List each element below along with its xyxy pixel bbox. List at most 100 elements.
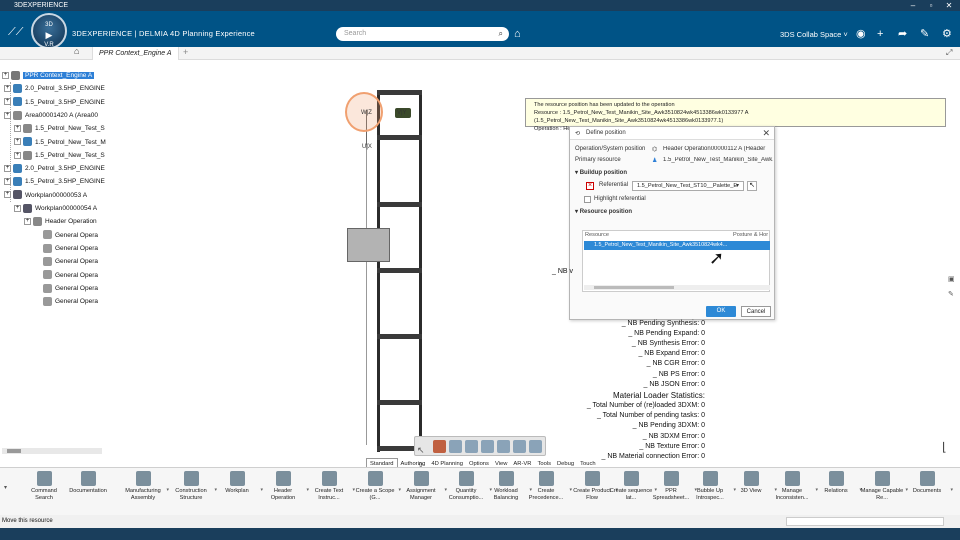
tree-item[interactable]: General Opera: [34, 282, 98, 295]
tree-item[interactable]: +1.5_Petrol_3.5HP_ENGINE: [4, 96, 105, 109]
ok-button[interactable]: OK: [706, 306, 736, 317]
expand-icon[interactable]: +: [24, 218, 31, 226]
action-button[interactable]: Documents ▾: [905, 471, 953, 495]
add-tab-button[interactable]: +: [183, 47, 188, 57]
chevron-down-icon[interactable]: ▾: [950, 487, 953, 494]
eraser-icon[interactable]: [433, 440, 446, 453]
tree-item[interactable]: General Opera: [34, 295, 98, 308]
tree-item[interactable]: + Header Operation: [24, 215, 97, 228]
action-button[interactable]: Manage Inconsisten... ▾: [770, 471, 818, 502]
add-icon[interactable]: +: [877, 27, 883, 41]
action-button[interactable]: Manage Capable Re... ▾: [860, 471, 908, 502]
expand-icon[interactable]: +: [14, 138, 21, 146]
tree-item[interactable]: +1.5_Petrol_3.5HP_ENGINE: [4, 175, 105, 188]
tools-icon[interactable]: ✎: [920, 27, 929, 41]
clear-referential-icon[interactable]: ×: [586, 182, 594, 190]
tree-item[interactable]: + PPR Context_Engine A: [2, 69, 95, 82]
expand-icon[interactable]: +: [14, 124, 21, 132]
collab-space-selector[interactable]: 3DS Collab Space ˅: [780, 30, 848, 39]
dialog-title-bar[interactable]: ⟲ Define position ✕: [570, 127, 774, 140]
tree-scrollbar[interactable]: [2, 448, 102, 454]
search-input[interactable]: Search ⌕: [336, 27, 509, 41]
tree-item[interactable]: General Opera: [34, 242, 98, 255]
user-icon[interactable]: ◉: [856, 27, 866, 41]
scrollbar-thumb[interactable]: [7, 449, 21, 453]
buildup-section-header[interactable]: ▾ Buildup position: [575, 169, 627, 176]
tree-item[interactable]: +1.5_Petrol_New_Test_S: [14, 149, 105, 162]
horizontal-scrollbar[interactable]: [584, 285, 770, 290]
expand-icon[interactable]: +: [4, 98, 11, 106]
resource-position-section-header[interactable]: ▾ Resource position: [575, 208, 632, 215]
select-icon[interactable]: ↖: [417, 445, 430, 458]
action-button[interactable]: Command Search: [22, 471, 66, 502]
highlight-referential-checkbox[interactable]: [584, 196, 591, 203]
close-icon[interactable]: ✕: [762, 128, 770, 139]
filter-icon[interactable]: [449, 440, 462, 453]
expand-icon[interactable]: +: [4, 111, 11, 119]
action-button[interactable]: Manufacturing Assembly ▾: [121, 471, 169, 502]
cancel-button[interactable]: Cancel: [741, 306, 771, 317]
tree-item[interactable]: General Opera: [34, 229, 98, 242]
action-button[interactable]: Workload Balancing ▾: [484, 471, 532, 502]
robot-icon[interactable]: [465, 440, 478, 453]
share-icon[interactable]: ➦: [898, 27, 907, 41]
tree-item[interactable]: + Workplan00000054 A: [14, 202, 97, 215]
tree-item[interactable]: +2.0_Petrol_3.5HP_ENGINE: [4, 82, 105, 95]
action-button[interactable]: Header Operation ▾: [261, 471, 309, 502]
grid-icon[interactable]: [497, 440, 510, 453]
side-panel-icon[interactable]: ✎: [948, 290, 954, 298]
referential-select[interactable]: 1.5_Petrol_New_Test_ST10__Palette_E: [632, 181, 744, 191]
minimize-icon[interactable]: –: [904, 0, 922, 11]
tree-item[interactable]: + Workplan00000053 A: [4, 189, 87, 202]
action-button[interactable]: Create a Scope (G... ▾: [353, 471, 401, 502]
action-button[interactable]: Assignment Manager ▾: [399, 471, 447, 502]
expand-icon[interactable]: +: [14, 204, 21, 212]
layout-icon[interactable]: [513, 440, 526, 453]
expand-icon[interactable]: +: [4, 85, 11, 93]
expand-panel-icon[interactable]: ⤢: [946, 48, 952, 58]
expand-icon[interactable]: +: [4, 191, 11, 199]
column-header-resource[interactable]: Resource: [585, 231, 609, 240]
view-orientation-icon[interactable]: ⌊: [942, 440, 947, 454]
home-icon[interactable]: ⌂: [74, 46, 79, 56]
expand-icon[interactable]: +: [4, 164, 11, 172]
tree-item[interactable]: +2.0_Petrol_3.5HP_ENGINE: [4, 162, 105, 175]
compass-settings-icon[interactable]: ⚙: [942, 27, 952, 41]
tag-icon[interactable]: ⌂: [514, 27, 521, 41]
status-input[interactable]: [786, 517, 944, 526]
table-row[interactable]: 1.5_Petrol_New_Test_Manikin_Site_Awk3510…: [584, 241, 770, 250]
tree-item[interactable]: +1.5_Petrol_New_Test_S: [14, 122, 105, 135]
action-button[interactable]: PPR Spreadsheet... ▾: [649, 471, 697, 502]
expand-icon[interactable]: +: [4, 178, 11, 186]
action-button[interactable]: Create Precedence... ▾: [524, 471, 572, 502]
resource-box[interactable]: [347, 228, 390, 262]
expand-icon[interactable]: +: [2, 71, 9, 79]
camera-icon[interactable]: [481, 440, 494, 453]
gear-icon[interactable]: [529, 440, 542, 453]
tree-item[interactable]: General Opera: [34, 269, 98, 282]
action-button[interactable]: Documentation: [66, 471, 110, 495]
action-button[interactable]: Relations ▾: [814, 471, 862, 495]
column-header-posture[interactable]: Posture & Hor: [733, 231, 768, 240]
tree-item[interactable]: General Opera: [34, 255, 98, 268]
action-button[interactable]: Construction Structure ▾: [169, 471, 217, 502]
tab-ppr-context[interactable]: PPR Context_Engine A: [92, 47, 179, 60]
tree-item[interactable]: + Area00001420 A (Area00: [4, 109, 98, 122]
chevron-down-icon[interactable]: ▾: [736, 182, 739, 189]
chevron-down-icon[interactable]: ▾: [4, 484, 7, 491]
action-button[interactable]: 3D View ▾: [729, 471, 777, 495]
tree-item[interactable]: +1.5_Petrol_New_Test_M: [14, 136, 106, 149]
maximize-icon[interactable]: ▫: [922, 0, 940, 11]
close-window-icon[interactable]: ✕: [940, 0, 958, 11]
action-button[interactable]: Bubble Up Introspec... ▾: [688, 471, 736, 502]
side-panel-icon[interactable]: ▣: [948, 275, 955, 283]
expand-icon[interactable]: +: [14, 151, 21, 159]
action-button[interactable]: Create Text Instruc... ▾: [307, 471, 355, 502]
scrollbar-thumb[interactable]: [594, 286, 674, 289]
search-icon[interactable]: ⌕: [499, 27, 503, 41]
action-button[interactable]: Create Product Flow ▾: [570, 471, 618, 502]
pick-referential-icon[interactable]: ↖: [747, 181, 757, 191]
action-button[interactable]: Quantity Consumptio... ▾: [444, 471, 492, 502]
compass-icon[interactable]: 3D ▶ V.R: [31, 13, 67, 49]
action-button[interactable]: Create sequence lat... ▾: [609, 471, 657, 502]
